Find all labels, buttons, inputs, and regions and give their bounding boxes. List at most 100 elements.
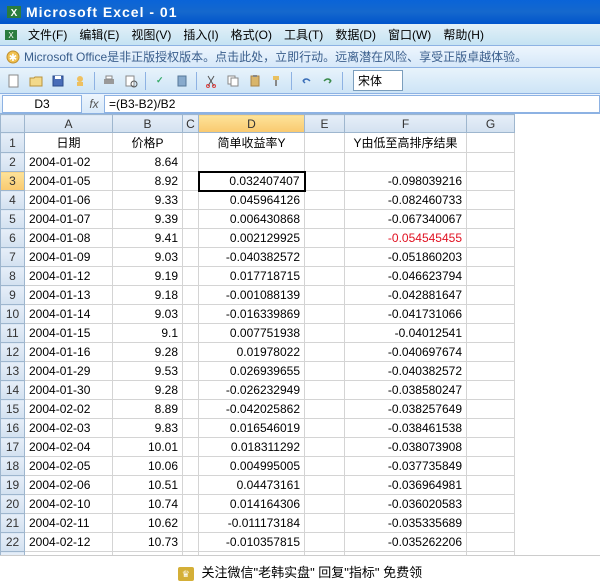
- cell[interactable]: [305, 305, 345, 324]
- cell[interactable]: -0.026232949: [199, 381, 305, 400]
- cell[interactable]: -0.001088139: [199, 286, 305, 305]
- cell[interactable]: 8.92: [113, 172, 183, 191]
- cell[interactable]: -0.040382572: [199, 248, 305, 267]
- cell[interactable]: [305, 172, 345, 191]
- row-header[interactable]: 10: [1, 305, 25, 324]
- cell[interactable]: 2004-02-11: [25, 514, 113, 533]
- col-header-E[interactable]: E: [305, 115, 345, 133]
- cell[interactable]: [305, 400, 345, 419]
- cell[interactable]: [305, 419, 345, 438]
- row-header[interactable]: 15: [1, 400, 25, 419]
- row-header[interactable]: 8: [1, 267, 25, 286]
- print-button[interactable]: [99, 71, 119, 91]
- cell[interactable]: [467, 229, 515, 248]
- cell[interactable]: -0.042881647: [345, 286, 467, 305]
- cell[interactable]: [467, 533, 515, 552]
- cell[interactable]: [183, 210, 199, 229]
- cell[interactable]: 价格P: [113, 133, 183, 153]
- paste-button[interactable]: [245, 71, 265, 91]
- cell[interactable]: 2004-01-05: [25, 172, 113, 191]
- cell[interactable]: 10.51: [113, 476, 183, 495]
- cell[interactable]: 2004-01-12: [25, 267, 113, 286]
- warning-bar[interactable]: ✱ Microsoft Office是非正版授权版本。点击此处，立即行动。远离潜…: [0, 46, 600, 68]
- redo-button[interactable]: [318, 71, 338, 91]
- row-header[interactable]: 11: [1, 324, 25, 343]
- cell[interactable]: 0.002129925: [199, 229, 305, 248]
- cell[interactable]: [183, 438, 199, 457]
- new-button[interactable]: [4, 71, 24, 91]
- open-button[interactable]: [26, 71, 46, 91]
- cell[interactable]: [183, 514, 199, 533]
- cell[interactable]: [467, 286, 515, 305]
- cell[interactable]: 0.004995005: [199, 457, 305, 476]
- menu-insert[interactable]: 插入(I): [177, 24, 224, 45]
- menu-tools[interactable]: 工具(T): [278, 24, 329, 45]
- cell[interactable]: -0.016339869: [199, 305, 305, 324]
- col-header-A[interactable]: A: [25, 115, 113, 133]
- cell[interactable]: -0.040697674: [345, 343, 467, 362]
- cell[interactable]: [467, 381, 515, 400]
- cell[interactable]: 9.18: [113, 286, 183, 305]
- menu-help[interactable]: 帮助(H): [437, 24, 490, 45]
- cell[interactable]: 9.83: [113, 419, 183, 438]
- cell[interactable]: -0.054545455: [345, 229, 467, 248]
- cell[interactable]: -0.038257649: [345, 400, 467, 419]
- cell[interactable]: [467, 248, 515, 267]
- cell[interactable]: -0.035335689: [345, 514, 467, 533]
- select-all-corner[interactable]: [1, 115, 25, 133]
- cell[interactable]: 2004-02-10: [25, 495, 113, 514]
- menu-format[interactable]: 格式(O): [225, 24, 278, 45]
- cell[interactable]: [305, 133, 345, 153]
- cell[interactable]: -0.036020583: [345, 495, 467, 514]
- row-header[interactable]: 4: [1, 191, 25, 210]
- cell[interactable]: [183, 495, 199, 514]
- cell[interactable]: 8.89: [113, 400, 183, 419]
- cell[interactable]: -0.038073908: [345, 438, 467, 457]
- cell[interactable]: [183, 533, 199, 552]
- cell[interactable]: [183, 476, 199, 495]
- cell[interactable]: [467, 514, 515, 533]
- fx-icon[interactable]: fx: [84, 97, 104, 111]
- cell[interactable]: 0.016546019: [199, 419, 305, 438]
- cell[interactable]: [183, 229, 199, 248]
- cell[interactable]: [183, 381, 199, 400]
- cell[interactable]: [305, 514, 345, 533]
- cell[interactable]: -0.038580247: [345, 381, 467, 400]
- cell[interactable]: [305, 191, 345, 210]
- cell[interactable]: 0.01978022: [199, 343, 305, 362]
- col-header-G[interactable]: G: [467, 115, 515, 133]
- cell[interactable]: [305, 210, 345, 229]
- row-header[interactable]: 2: [1, 153, 25, 172]
- cell[interactable]: -0.011173184: [199, 514, 305, 533]
- cell[interactable]: [467, 343, 515, 362]
- cell[interactable]: -0.051860203: [345, 248, 467, 267]
- cell[interactable]: [305, 476, 345, 495]
- cell[interactable]: [467, 210, 515, 229]
- cell[interactable]: [183, 324, 199, 343]
- cell[interactable]: [467, 172, 515, 191]
- cell[interactable]: 9.03: [113, 248, 183, 267]
- cell[interactable]: [305, 267, 345, 286]
- print-preview-button[interactable]: [121, 71, 141, 91]
- cell[interactable]: [305, 381, 345, 400]
- cell[interactable]: [305, 286, 345, 305]
- cell[interactable]: [183, 286, 199, 305]
- cell[interactable]: 简单收益率Y: [199, 133, 305, 153]
- row-header[interactable]: 19: [1, 476, 25, 495]
- cell[interactable]: 2004-01-30: [25, 381, 113, 400]
- cell[interactable]: [183, 457, 199, 476]
- col-header-C[interactable]: C: [183, 115, 199, 133]
- cell[interactable]: [467, 191, 515, 210]
- cell[interactable]: 2004-01-02: [25, 153, 113, 172]
- row-header[interactable]: 5: [1, 210, 25, 229]
- row-header[interactable]: 3: [1, 172, 25, 191]
- undo-button[interactable]: [296, 71, 316, 91]
- cell[interactable]: 2004-02-06: [25, 476, 113, 495]
- cell[interactable]: -0.04012541: [345, 324, 467, 343]
- row-header[interactable]: 13: [1, 362, 25, 381]
- cell[interactable]: [467, 153, 515, 172]
- cell[interactable]: [183, 248, 199, 267]
- cut-button[interactable]: [201, 71, 221, 91]
- cell[interactable]: 0.017718715: [199, 267, 305, 286]
- cell[interactable]: 2004-01-06: [25, 191, 113, 210]
